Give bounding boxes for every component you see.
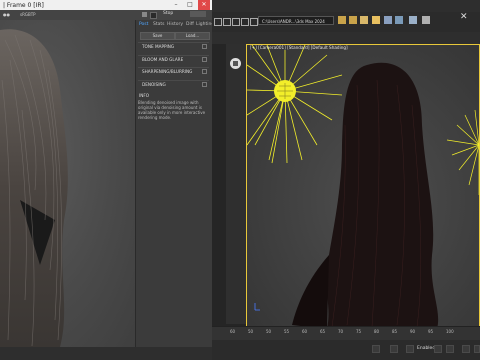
toolbar-icon[interactable] [223, 18, 231, 26]
render-canvas[interactable] [0, 20, 135, 347]
play-end-icon[interactable] [474, 345, 480, 353]
material-editor-icon[interactable] [384, 16, 392, 24]
viewport-side-panel [226, 44, 247, 324]
stop-button[interactable]: Stop [163, 11, 173, 16]
folder-icon[interactable] [349, 16, 357, 24]
denoising-checkbox[interactable] [202, 82, 207, 87]
toolbar-icon[interactable] [232, 18, 240, 26]
info-header: INFO [139, 93, 150, 98]
pivot-gizmo [254, 303, 260, 311]
color-space-label[interactable]: sRGBTP [20, 12, 36, 17]
timeline-tick: 60 [230, 329, 236, 334]
main-toolbar: C:\Users\ANDR...\3ds Max 2024 ✕ [212, 12, 480, 32]
toolbar-icon[interactable] [214, 18, 222, 26]
timeline-tick: 90 [410, 329, 416, 334]
timeline-tick: 95 [428, 329, 434, 334]
key-icon[interactable] [406, 345, 414, 353]
section-bloom-glare[interactable]: BLOOM AND GLARE [138, 55, 209, 63]
tab-stats[interactable]: Stats [153, 22, 165, 27]
timeline-tick: 55 [284, 329, 290, 334]
camera-viewport[interactable] [246, 44, 480, 329]
toolbar-icon[interactable] [250, 18, 258, 26]
render-dropdown[interactable] [190, 11, 206, 17]
close-icon[interactable]: ✕ [460, 12, 468, 22]
section-denoising[interactable]: DENOISING [138, 80, 209, 88]
teapot-icon[interactable] [409, 16, 417, 24]
tab-history[interactable]: History [167, 22, 183, 27]
section-bloom-glare-label: BLOOM AND GLARE [142, 57, 184, 62]
maximize-icon[interactable]: □ [184, 0, 196, 10]
sky-light-gizmo [246, 44, 343, 164]
timeline-tick: 100 [446, 329, 454, 334]
active-shade-icon[interactable] [422, 16, 430, 24]
section-sharpening[interactable]: SHARPENING/BLURRING [138, 67, 209, 75]
close-icon[interactable]: ✕ [198, 0, 210, 10]
render-icon[interactable] [150, 12, 157, 19]
minimize-icon[interactable]: – [170, 0, 182, 10]
timeline-tick: 50 [266, 329, 272, 334]
timeline-tick: 75 [356, 329, 362, 334]
timeline-tick: 80 [374, 329, 380, 334]
timeline-tick: 60 [302, 329, 308, 334]
toolbar-dots-icon[interactable]: ●● [3, 12, 10, 17]
tab-diff[interactable]: Diff [186, 22, 194, 27]
play-icon[interactable] [462, 345, 470, 353]
render-frame-icon[interactable] [372, 16, 380, 24]
tab-post[interactable]: Post [139, 22, 148, 27]
viewcube-center [233, 61, 238, 66]
post-effects-panel: Post Stats History Diff Lighting Save Lo… [135, 20, 214, 347]
section-tone-mapping-label: TONE MAPPING [142, 44, 175, 49]
viewport-label[interactable]: [+] [Camera001] [Standard] [Default Shad… [250, 45, 348, 50]
timeline[interactable]: 60 50 50 55 60 65 70 75 80 85 90 95 100 [212, 326, 480, 341]
folder-icon[interactable] [338, 16, 346, 24]
timeline-tick: 50 [248, 329, 254, 334]
section-denoising-label: DENOISING [142, 82, 166, 87]
toolbar-icon[interactable] [241, 18, 249, 26]
sharpening-checkbox[interactable] [202, 69, 207, 74]
record-icon[interactable] [446, 345, 454, 353]
bottom-left-bar [0, 347, 212, 360]
bloom-glare-checkbox[interactable] [202, 57, 207, 62]
load-button[interactable]: Load... [175, 32, 210, 40]
lock-icon[interactable] [372, 345, 380, 353]
section-tone-mapping[interactable]: TONE MAPPING [138, 42, 209, 50]
timeline-tick: 65 [320, 329, 326, 334]
render-region-icon[interactable] [142, 12, 147, 17]
save-button[interactable]: Save [140, 32, 175, 40]
hair-mesh [326, 62, 439, 329]
timeline-tick: 70 [338, 329, 344, 334]
viewport-scene [246, 44, 480, 329]
grid-icon[interactable] [390, 345, 398, 353]
timeline-tick: 85 [392, 329, 398, 334]
light2-gizmo [446, 109, 480, 195]
frame-buffer-title: | Frame 0 [IR] [3, 2, 44, 9]
section-sharpening-label: SHARPENING/BLURRING [142, 69, 193, 74]
add-icon[interactable] [434, 345, 442, 353]
status-text: Enabled [417, 346, 436, 351]
status-bar: Enabled [212, 340, 480, 360]
hair-render-image [0, 29, 68, 347]
project-path-field[interactable]: C:\Users\ANDR...\3ds Max 2024 [258, 16, 334, 25]
render-setup-icon[interactable] [360, 16, 368, 24]
denoise-info-text: Blending denoised image with original vi… [138, 100, 206, 120]
frame-buffer-titlebar: | Frame 0 [IR] – □ ✕ [0, 0, 212, 10]
render-icon[interactable] [395, 16, 403, 24]
tone-mapping-checkbox[interactable] [202, 44, 207, 49]
